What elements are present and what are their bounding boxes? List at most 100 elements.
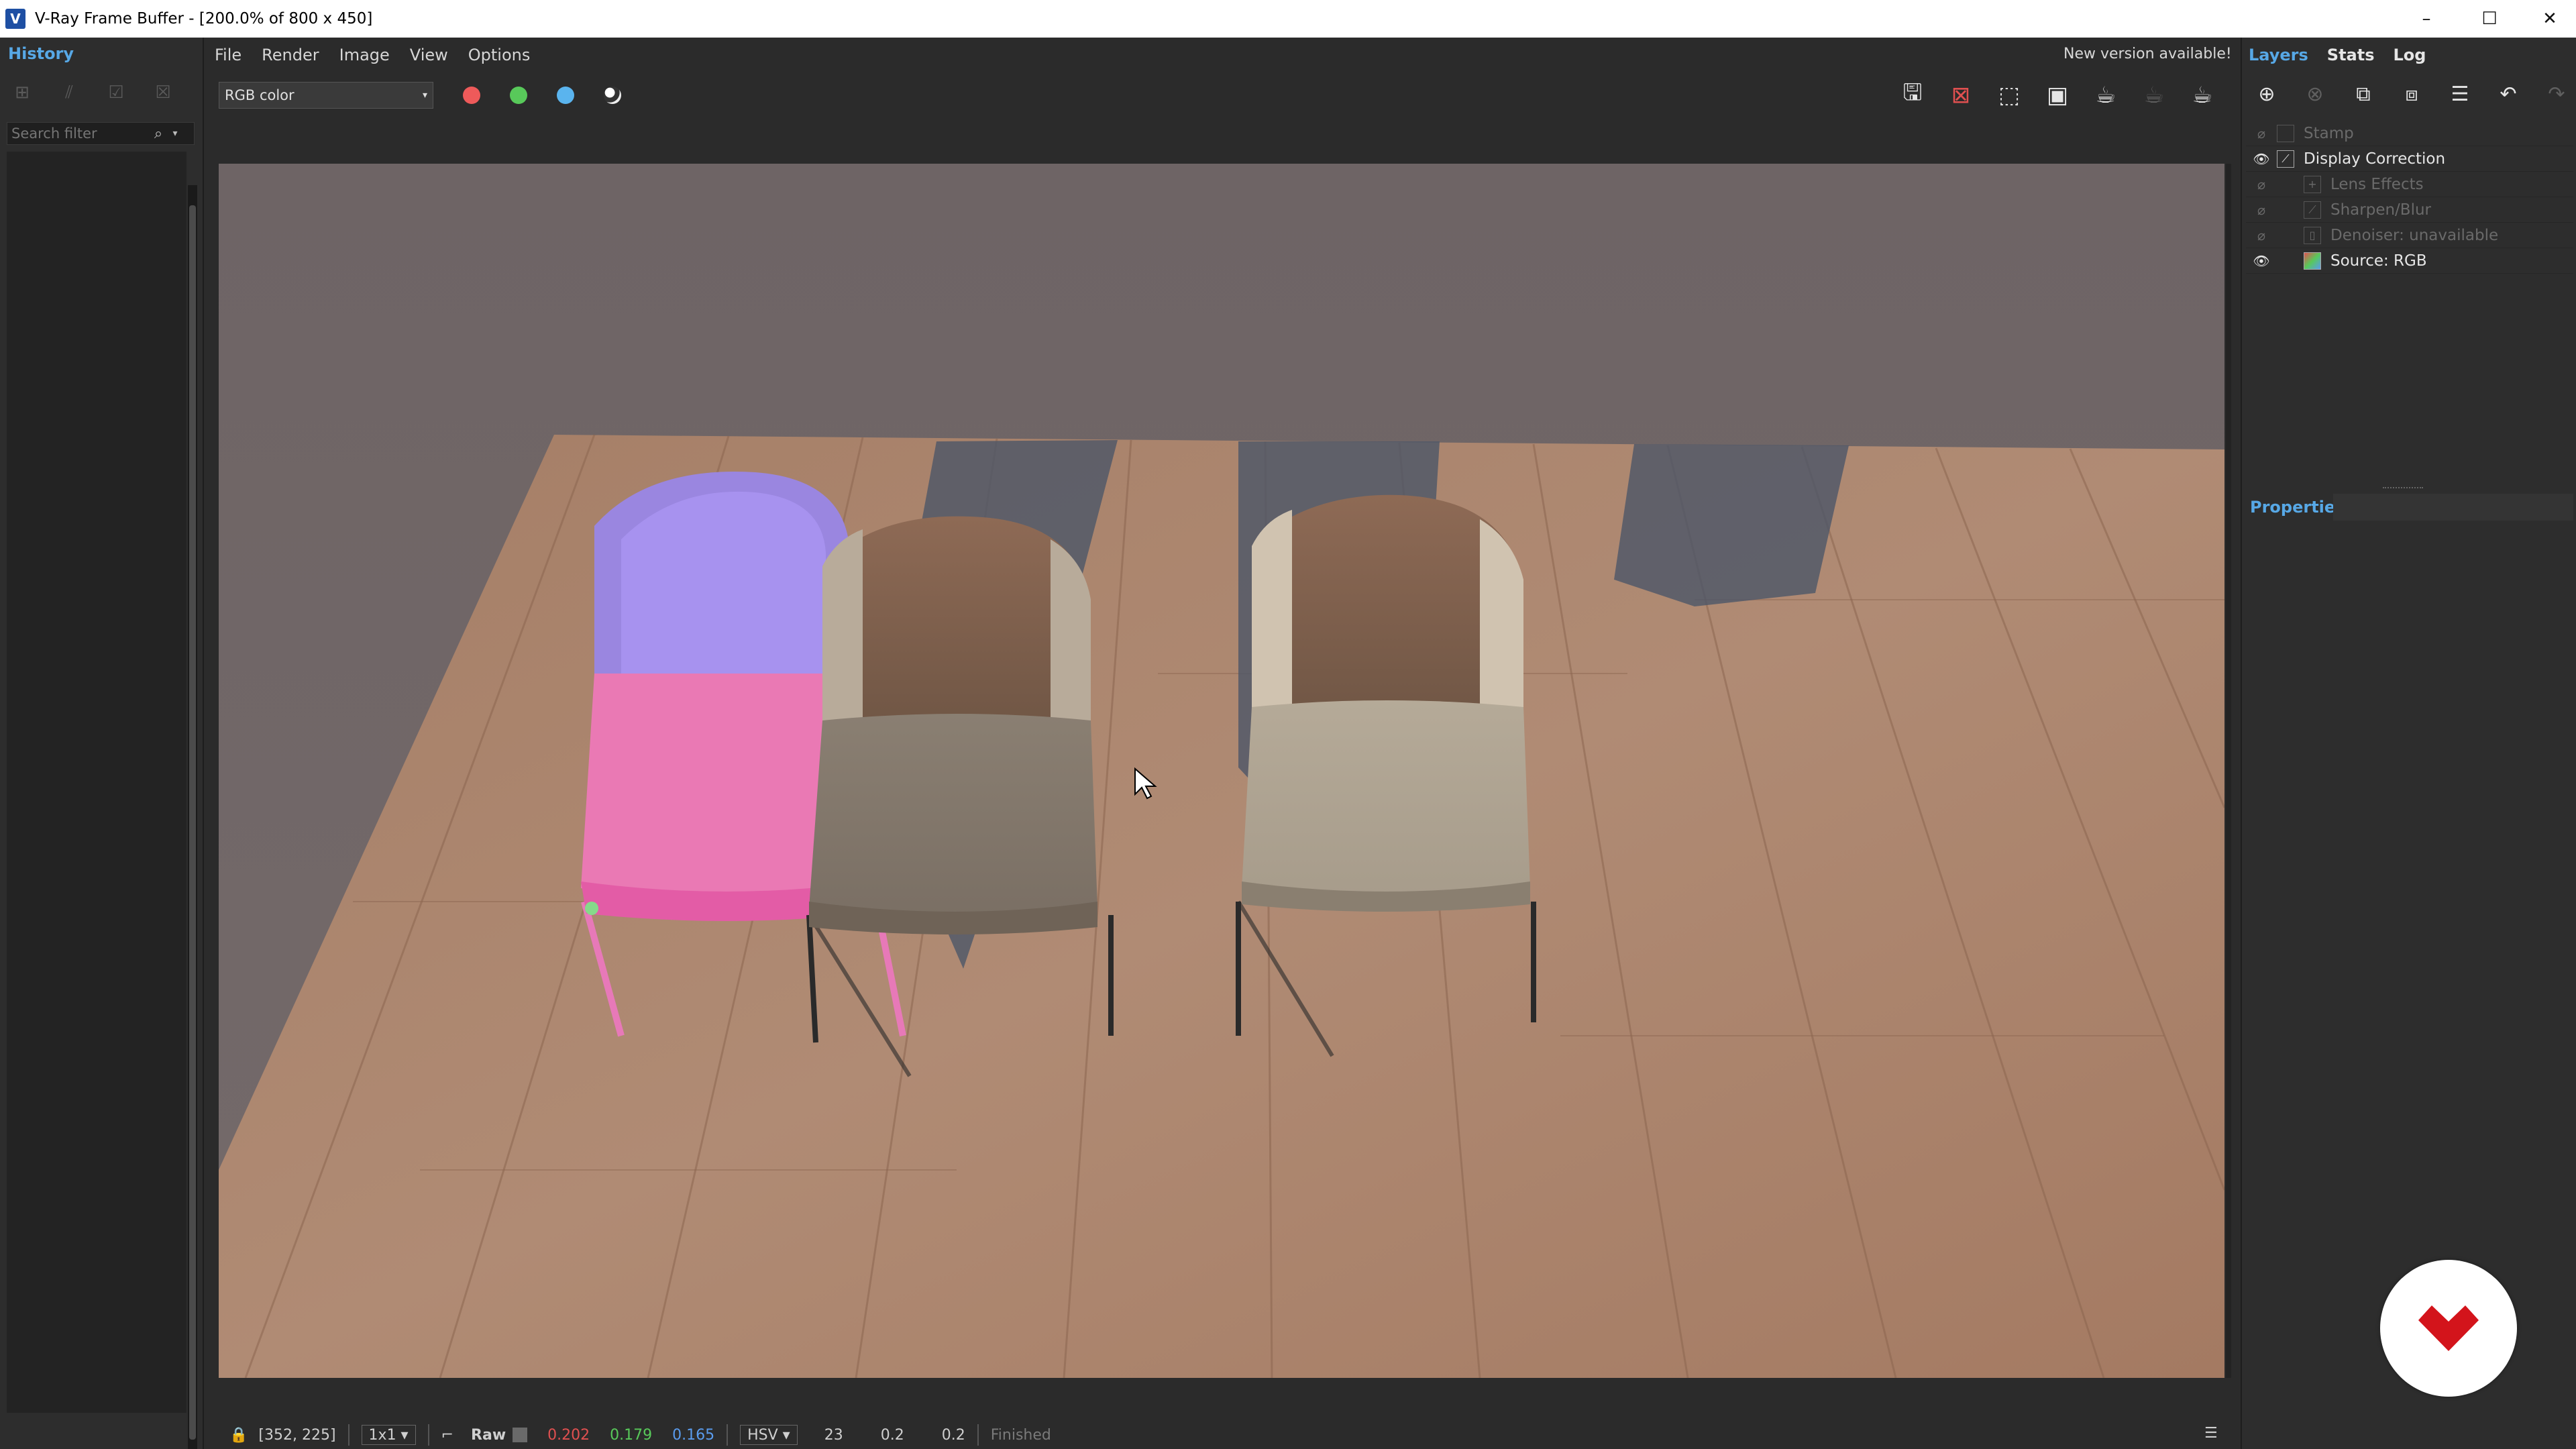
history-toolbar: ⊞ ⫽ ☑ ☒ [7, 79, 178, 106]
chevron-down-icon[interactable]: ▾ [168, 128, 182, 139]
layers-panel: Layers Stats Log ⊕ ⊗ ⧉ ⧈ ☰ ↶ ↷ ⌀ Stamp 👁… [2241, 38, 2576, 1449]
maximize-button[interactable]: ☐ [2459, 0, 2520, 38]
green-value: 0.179 [610, 1426, 653, 1444]
visibility-off-icon[interactable]: ⌀ [2246, 227, 2277, 244]
green-channel-button[interactable] [510, 87, 527, 104]
minimize-button[interactable]: – [2396, 0, 2457, 38]
redo-icon[interactable]: ↷ [2541, 79, 2572, 109]
alpha-channel-button[interactable] [604, 87, 621, 104]
layer-row[interactable]: ⌀ + Lens Effects [2246, 172, 2573, 197]
layer-row[interactable]: 👁 ⟋ Display Correction [2246, 146, 2573, 172]
rendered-image [219, 164, 2224, 1378]
menu-image[interactable]: Image [339, 46, 390, 64]
viewport-scrollbar[interactable] [2226, 164, 2231, 1378]
properties-label: Properties [2250, 498, 2345, 517]
track-mouse-icon[interactable]: ⬚ [1992, 79, 2026, 111]
menu-file[interactable]: File [215, 46, 241, 64]
log-toggle-icon[interactable]: ☰ [2204, 1425, 2218, 1442]
load-layers-icon[interactable]: ⧈ [2396, 79, 2427, 109]
layer-row[interactable]: ⌀ ⟋ Sharpen/Blur [2246, 197, 2573, 223]
color-space-select[interactable]: HSV ▾ [740, 1425, 798, 1445]
saturation-value: 0.2 [880, 1426, 904, 1444]
visibility-off-icon[interactable]: ⌀ [2246, 125, 2277, 142]
undo-icon[interactable]: ↶ [2493, 79, 2524, 109]
raw-label: Raw [471, 1426, 506, 1444]
layers-toolbar: ⊕ ⊗ ⧉ ⧈ ☰ ↶ ↷ [2251, 79, 2572, 109]
tab-history[interactable]: History [8, 44, 74, 63]
color-swatch [513, 1428, 528, 1442]
layer-row[interactable]: 👁 Source: RGB [2246, 248, 2573, 274]
stop-render-icon[interactable]: ☕ [2137, 79, 2171, 111]
save-image-icon[interactable]: 🖫 [1896, 79, 1929, 111]
vray-app-icon: V [5, 9, 25, 29]
color-picker-icon[interactable]: ⌐ [441, 1427, 453, 1444]
interactive-render-icon[interactable]: ☕ [2089, 79, 2123, 111]
close-button[interactable]: ✕ [2520, 0, 2576, 38]
layer-label: Sharpen/Blur [2330, 201, 2432, 219]
denoiser-icon: ▯ [2304, 226, 2321, 244]
layers-tree: ⌀ Stamp 👁 ⟋ Display Correction ⌀ + Lens … [2246, 121, 2573, 274]
layer-label: Lens Effects [2330, 175, 2424, 193]
layer-label: Source: RGB [2330, 252, 2427, 270]
status-bar: 🔒 [352, 225] 1x1 ▾ ⌐ Raw 0.202 0.179 0.1… [219, 1421, 2231, 1449]
history-panel: History ⊞ ⫽ ☑ ☒ ⌕ ▾ [0, 38, 204, 1449]
wood-floor [219, 435, 2224, 1378]
search-icon[interactable]: ⌕ [148, 125, 168, 142]
separator [427, 1424, 429, 1446]
blue-channel-button[interactable] [557, 87, 574, 104]
value-value: 0.2 [941, 1426, 965, 1444]
window-title: V-Ray Frame Buffer - [200.0% of 800 x 45… [35, 10, 373, 28]
clear-image-icon[interactable]: ⊠ [1944, 79, 1978, 111]
scrollbar-thumb[interactable] [189, 205, 196, 1440]
start-render-icon[interactable]: ☕ [2186, 79, 2219, 111]
channel-select[interactable]: RGB color ▾ [219, 82, 433, 109]
region-render-icon[interactable]: ▣ [2041, 79, 2074, 111]
layer-label: Denoiser: unavailable [2330, 226, 2499, 244]
display-correction-icon: ⟋ [2277, 150, 2294, 168]
eye-icon[interactable]: 👁 [2246, 253, 2277, 269]
layer-row[interactable]: ⌀ ▯ Denoiser: unavailable [2246, 223, 2573, 248]
history-search: ⌕ ▾ [7, 122, 195, 145]
heart-logo-icon [2418, 1305, 2479, 1351]
save-layers-icon[interactable]: ⧉ [2348, 79, 2379, 109]
zoom-mode-value: 1x1 [368, 1426, 396, 1444]
frame-toolbar: 🖫 ⊠ ⬚ ▣ ☕ ☕ ☕ [1896, 79, 2219, 111]
lock-icon[interactable]: 🔒 [229, 1427, 248, 1444]
layer-label: Stamp [2304, 124, 2354, 142]
history-list[interactable] [7, 152, 186, 1413]
chair-shadow [1614, 444, 1849, 606]
search-input[interactable] [7, 125, 148, 142]
tab-log[interactable]: Log [2394, 46, 2426, 64]
remove-history-icon[interactable]: ☒ [148, 79, 178, 106]
ab-compare-icon[interactable]: ⫽ [54, 79, 85, 106]
layer-presets-icon[interactable]: ☰ [2445, 79, 2475, 109]
save-to-history-icon[interactable]: ⊞ [7, 79, 38, 106]
eye-icon[interactable]: 👁 [2246, 151, 2277, 167]
color-space-value: HSV [747, 1426, 778, 1444]
delete-layer-icon[interactable]: ⊗ [2300, 79, 2330, 109]
menu-options[interactable]: Options [468, 46, 531, 64]
visibility-off-icon[interactable]: ⌀ [2246, 176, 2277, 193]
menu-bar: File Render Image View Options [215, 40, 530, 70]
create-layer-icon[interactable]: ⊕ [2251, 79, 2282, 109]
separator [727, 1424, 729, 1446]
channel-select-value: RGB color [225, 87, 294, 103]
tab-layers[interactable]: Layers [2249, 46, 2308, 64]
new-version-link[interactable]: New version available! [2063, 46, 2232, 62]
hue-value: 23 [824, 1426, 843, 1444]
render-viewport[interactable] [219, 164, 2224, 1378]
zoom-mode-select[interactable]: 1x1 ▾ [361, 1425, 416, 1445]
source-rgb-icon [2304, 252, 2321, 270]
visibility-off-icon[interactable]: ⌀ [2246, 202, 2277, 218]
tab-stats[interactable]: Stats [2327, 46, 2375, 64]
menu-render[interactable]: Render [262, 46, 319, 64]
menu-view[interactable]: View [410, 46, 448, 64]
history-scrollbar[interactable] [188, 185, 197, 1449]
separator [977, 1424, 979, 1446]
layer-row[interactable]: ⌀ Stamp [2246, 121, 2573, 146]
load-history-icon[interactable]: ☑ [101, 79, 131, 106]
properties-header: Properties [2246, 492, 2573, 522]
red-channel-button[interactable] [463, 87, 480, 104]
panel-splitter[interactable] [2383, 487, 2423, 491]
layer-label: Display Correction [2304, 150, 2446, 168]
